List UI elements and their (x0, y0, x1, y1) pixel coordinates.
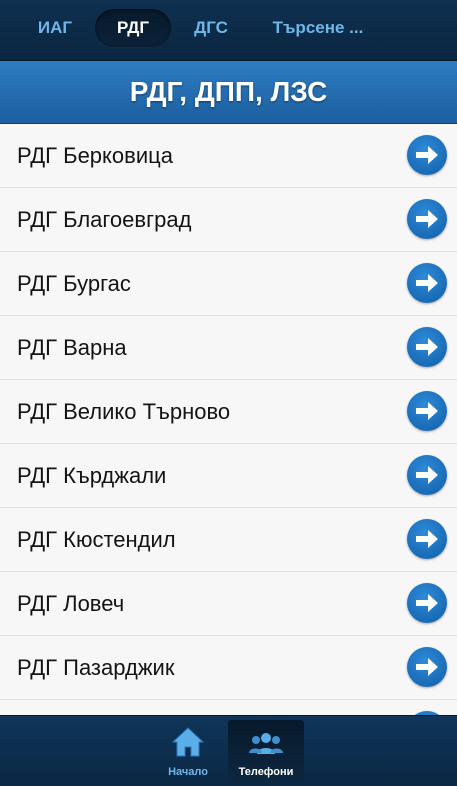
list-item[interactable]: РДГ Бургас (0, 252, 457, 316)
bottom-nav: Начало Телефони (0, 715, 457, 786)
list-item-label: РДГ Велико Търново (17, 399, 231, 424)
list-item[interactable]: РДГ Ловеч (0, 572, 457, 636)
phones-label: Телефони (238, 766, 294, 778)
list-item[interactable]: РДГ Кюстендил (0, 508, 457, 572)
list-item-label: РДГ Пазарджик (17, 655, 175, 680)
list-item[interactable]: РДГ Варна (0, 316, 457, 380)
list-item-label: РДГ Ловеч (17, 591, 125, 616)
arrow-right-icon[interactable] (407, 263, 447, 303)
list-item-label: РДГ Кюстендил (17, 527, 176, 552)
list-item-label: РДГ Бургас (17, 271, 131, 296)
list-item[interactable]: РДГ Пазарджик (0, 636, 457, 700)
rdg-list: РДГ Берковица РДГ Благоевград РДГ Бургас… (0, 124, 457, 715)
list-item-label: РДГ Варна (17, 335, 127, 360)
arrow-right-icon[interactable] (407, 391, 447, 431)
arrow-right-icon[interactable] (407, 519, 447, 559)
tab-dgs[interactable]: ДГС (174, 9, 248, 47)
arrow-right-icon[interactable] (407, 199, 447, 239)
list-item[interactable] (0, 700, 457, 715)
arrow-right-icon[interactable] (407, 135, 447, 175)
top-tab-bar: ИАГ РДГ ДГС Търсене ... (0, 0, 457, 61)
phones-button[interactable]: Телефони (228, 720, 304, 782)
arrow-right-icon[interactable] (407, 583, 447, 623)
list-item-label: РДГ Благоевград (17, 207, 192, 232)
tab-search[interactable]: Търсене ... (256, 9, 380, 47)
list-item[interactable]: РДГ Кърджали (0, 444, 457, 508)
list-item[interactable]: РДГ Велико Търново (0, 380, 457, 444)
tab-iag[interactable]: ИАГ (18, 9, 92, 47)
page-title: РДГ, ДПП, ЛЗС (0, 61, 457, 124)
home-icon (150, 726, 226, 758)
arrow-right-icon[interactable] (407, 647, 447, 687)
home-label: Начало (168, 766, 208, 778)
list-item[interactable]: РДГ Благоевград (0, 188, 457, 252)
arrow-right-icon[interactable] (407, 455, 447, 495)
users-icon (228, 726, 304, 758)
list-item[interactable]: РДГ Берковица (0, 124, 457, 188)
arrow-right-icon[interactable] (407, 327, 447, 367)
tab-rdg[interactable]: РДГ (95, 9, 171, 47)
list-item-label: РДГ Берковица (17, 143, 173, 168)
home-button[interactable]: Начало (150, 720, 226, 782)
list-item-label: РДГ Кърджали (17, 463, 167, 488)
